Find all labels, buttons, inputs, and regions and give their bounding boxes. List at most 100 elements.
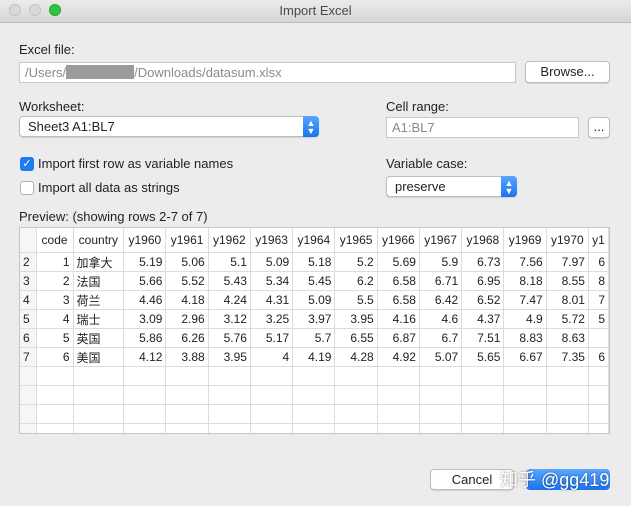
table-cell: 8 — [588, 271, 609, 291]
table-cell: 5.66 — [123, 271, 167, 291]
column-header: y1969 — [503, 228, 547, 253]
variable-case-value: preserve — [395, 179, 446, 194]
empty-cell — [419, 423, 463, 433]
table-cell: 7.97 — [546, 252, 589, 272]
cell-range-label: Cell range: — [386, 99, 449, 114]
column-header: y1962 — [208, 228, 251, 253]
table-cell: 8.01 — [546, 290, 589, 310]
table-row: 5 4 瑞士 3.09 2.96 3.12 3.25 3.97 3.95 4.16 4.6 4.37 4… — [20, 309, 609, 329]
watermark: 知乎 @gg419 — [500, 470, 610, 490]
table-cell: 4.12 — [123, 347, 167, 367]
empty-cell — [292, 385, 336, 405]
column-header: y1960 — [123, 228, 167, 253]
first-row-label: Import first row as variable names — [38, 156, 234, 171]
table-cell: 3.95 — [208, 347, 251, 367]
empty-cell — [461, 423, 505, 433]
strings-checkbox[interactable] — [20, 181, 34, 195]
table-cell: 5.2 — [334, 252, 378, 272]
empty-cell — [165, 423, 209, 433]
empty-cell — [546, 423, 589, 433]
table-cell: 4.6 — [419, 309, 463, 329]
empty-cell — [250, 423, 294, 433]
worksheet-value: Sheet3 A1:BL7 — [28, 119, 115, 134]
table-cell: 1 — [36, 252, 74, 272]
empty-cell — [123, 366, 167, 386]
empty-cell — [334, 423, 378, 433]
strings-label: Import all data as strings — [38, 180, 180, 195]
table-cell: 7.51 — [461, 328, 505, 348]
table-cell: 5 — [588, 309, 609, 329]
empty-cell — [419, 366, 463, 386]
preview-grid[interactable]: code country y1960 y1961 y1962 y1963 y1964 y196… — [19, 227, 610, 434]
table-cell: 5.52 — [165, 271, 209, 291]
empty-cell — [165, 404, 209, 424]
column-header: code — [36, 228, 74, 253]
worksheet-select[interactable]: Sheet3 A1:BL7 ▲ ▼ — [19, 116, 319, 137]
table-cell: 4.31 — [250, 290, 294, 310]
empty-cell — [419, 385, 463, 405]
table-cell: 6.67 — [503, 347, 547, 367]
empty-cell — [123, 385, 167, 405]
table-cell: 6.7 — [419, 328, 463, 348]
table-cell: 6 — [588, 252, 609, 272]
empty-cell — [503, 385, 547, 405]
table-cell: 4.37 — [461, 309, 505, 329]
empty-cell — [250, 366, 294, 386]
table-cell: 5.09 — [292, 290, 336, 310]
table-cell: 5.18 — [292, 252, 336, 272]
column-header: y1968 — [461, 228, 505, 253]
table-cell: 8.55 — [546, 271, 589, 291]
column-header: y1966 — [377, 228, 420, 253]
column-header: y1961 — [165, 228, 209, 253]
table-cell: 3 — [36, 290, 74, 310]
table-row: 3 2 法国 5.66 5.52 5.43 5.34 5.45 6.2 6.58 6.71 6.95 8… — [20, 271, 609, 291]
empty-cell — [419, 404, 463, 424]
empty-cell — [588, 423, 609, 433]
table-cell: 5.65 — [461, 347, 505, 367]
redacted-username — [66, 65, 135, 79]
table-cell: 瑞士 — [73, 309, 125, 329]
cell-range-field[interactable]: A1:BL7 — [386, 117, 579, 138]
table-cell: 5.9 — [419, 252, 463, 272]
variable-case-select[interactable]: preserve ▲ ▼ — [386, 176, 517, 197]
first-row-checkbox[interactable]: ✓ — [20, 157, 34, 171]
table-cell: 2 — [36, 271, 74, 291]
table-cell: 4.9 — [503, 309, 547, 329]
empty-cell — [292, 366, 336, 386]
empty-cell — [36, 366, 74, 386]
column-header: y1967 — [419, 228, 463, 253]
column-header: y1964 — [292, 228, 336, 253]
table-cell: 4.92 — [377, 347, 420, 367]
empty-cell — [20, 385, 37, 405]
table-cell: 4 — [36, 309, 74, 329]
row-number: 3 — [20, 271, 37, 291]
empty-cell — [20, 404, 37, 424]
cell-range-button[interactable]: ... — [588, 117, 610, 138]
table-cell: 4 — [250, 347, 294, 367]
browse-button[interactable]: Browse... — [525, 61, 610, 83]
empty-cell — [292, 423, 336, 433]
table-cell: 7.47 — [503, 290, 547, 310]
table-cell: 6.2 — [334, 271, 378, 291]
table-cell: 5.72 — [546, 309, 589, 329]
excel-file-path-field[interactable]: /Users/ /Downloads/datasum.xlsx — [19, 62, 516, 83]
table-cell: 美国 — [73, 347, 125, 367]
empty-cell — [546, 385, 589, 405]
empty-cell — [377, 366, 420, 386]
table-cell: 荷兰 — [73, 290, 125, 310]
empty-cell — [334, 385, 378, 405]
table-cell: 5.17 — [250, 328, 294, 348]
table-cell: 3.97 — [292, 309, 336, 329]
empty-cell — [123, 404, 167, 424]
table-cell: 6 — [36, 347, 74, 367]
empty-cell — [250, 385, 294, 405]
empty-cell — [546, 404, 589, 424]
table-cell: 4.16 — [377, 309, 420, 329]
empty-cell — [503, 404, 547, 424]
table-cell: 法国 — [73, 271, 125, 291]
table-cell: 5.19 — [123, 252, 167, 272]
empty-cell — [503, 366, 547, 386]
table-cell: 5.09 — [250, 252, 294, 272]
empty-cell — [461, 385, 505, 405]
path-suffix: /Downloads/datasum.xlsx — [134, 65, 282, 80]
